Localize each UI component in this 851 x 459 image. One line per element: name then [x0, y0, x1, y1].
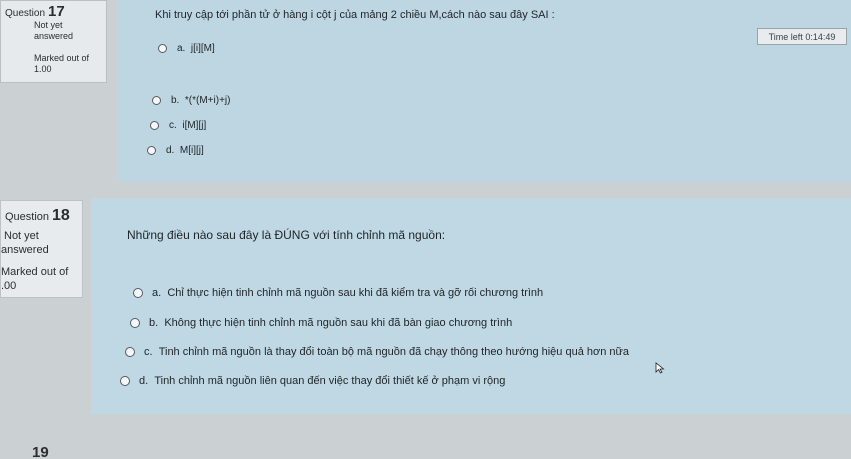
question-18-marked: Marked out of .00 — [1, 266, 69, 292]
option-label: b. Không thực hiện tinh chỉnh mã nguồn s… — [149, 317, 513, 329]
radio-button[interactable] — [152, 96, 161, 105]
question-18-option-c[interactable]: c. Tinh chỉnh mã nguồn là thay đổi toàn … — [125, 346, 629, 358]
question-18-status: Not yet answered — [1, 230, 49, 256]
question-17-heading: Question 17 — [5, 3, 65, 20]
question-18-heading: Question 18 — [5, 207, 70, 224]
radio-button[interactable] — [120, 376, 130, 386]
option-label: c. i[M][j] — [169, 120, 207, 131]
question-17-info: Question 17 Not yet answered Marked out o… — [0, 0, 107, 83]
question-18-text: Những điều nào sau đây là ĐÚNG với tính … — [127, 228, 446, 242]
time-left-indicator: Time left 0:14:49 — [757, 28, 847, 45]
option-label: b. *(*(M+i)+j) — [171, 95, 231, 106]
question-17-text: Khi truy cập tới phần tử ở hàng i cột j … — [155, 9, 555, 21]
option-label: a. j[i][M] — [177, 43, 215, 54]
radio-button[interactable] — [147, 146, 156, 155]
option-label: d. Tinh chỉnh mã nguồn liên quan đến việ… — [139, 375, 506, 387]
question-18-option-a[interactable]: a. Chỉ thực hiện tinh chỉnh mã nguồn sau… — [133, 287, 543, 299]
option-label: c. Tinh chỉnh mã nguồn là thay đổi toàn … — [144, 346, 629, 358]
radio-button[interactable] — [125, 347, 135, 357]
question-17-number: 17 — [48, 3, 65, 20]
question-18-content: Những điều nào sau đây là ĐÚNG với tính … — [91, 198, 851, 414]
radio-button[interactable] — [133, 288, 143, 298]
question-17-marked: Marked out of 1.00 — [34, 53, 90, 74]
mouse-pointer-icon — [655, 362, 665, 374]
question-17-option-c[interactable]: c. i[M][j] — [150, 120, 206, 131]
option-label: d. M[i][j] — [166, 145, 204, 156]
question-18-number: 18 — [52, 207, 70, 224]
question-17-option-b[interactable]: b. *(*(M+i)+j) — [152, 95, 230, 106]
question-18-info: Question 18 Not yet answered Marked out o… — [0, 200, 83, 298]
radio-button[interactable] — [130, 318, 140, 328]
question-17-option-d[interactable]: d. M[i][j] — [147, 145, 204, 156]
question-18-option-d[interactable]: d. Tinh chỉnh mã nguồn liên quan đến việ… — [120, 375, 505, 387]
quiz-page: Question 17 Not yet answered Marked out o… — [0, 0, 851, 459]
question-18-option-b[interactable]: b. Không thực hiện tinh chỉnh mã nguồn s… — [130, 317, 512, 329]
question-17-status: Not yet answered — [34, 20, 74, 41]
radio-button[interactable] — [158, 44, 167, 53]
radio-button[interactable] — [150, 121, 159, 130]
question-17-content: Khi truy cập tới phần tử ở hàng i cột j … — [118, 0, 851, 182]
option-label: a. Chỉ thực hiện tinh chỉnh mã nguồn sau… — [152, 287, 544, 299]
question-19-number: 19 — [32, 444, 49, 459]
question-17-option-a[interactable]: a. j[i][M] — [158, 43, 215, 54]
